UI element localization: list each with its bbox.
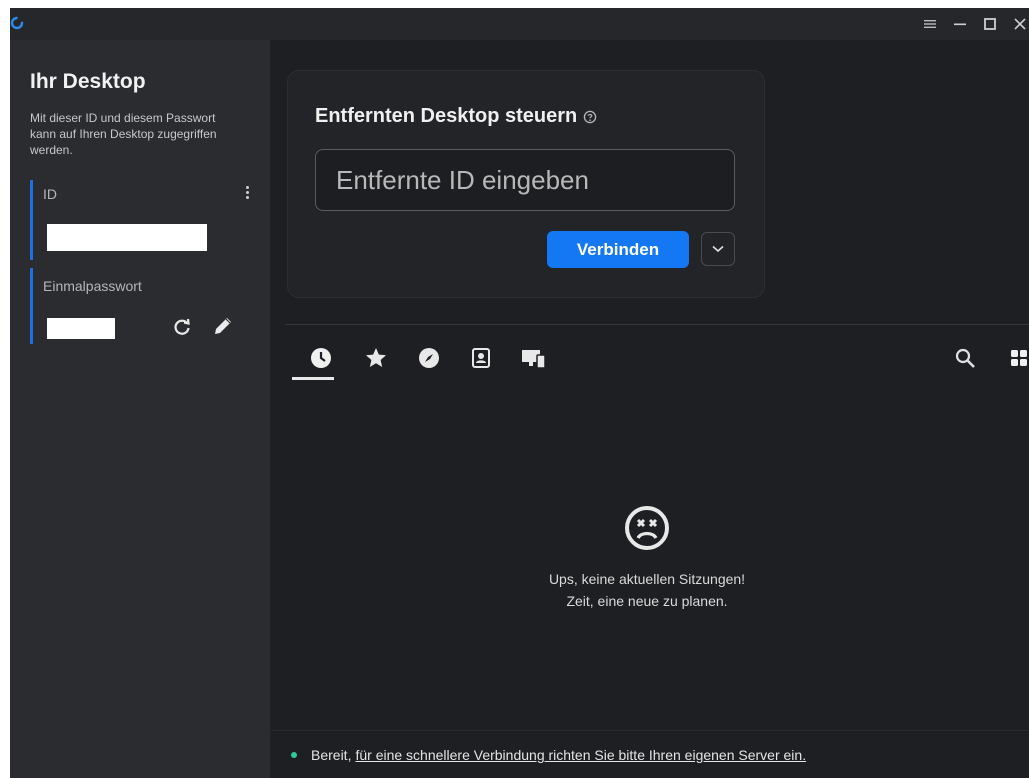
tab-discovered[interactable] (409, 338, 449, 378)
app-logo-icon (10, 16, 24, 30)
empty-state-line-1: Ups, keine aktuellen Sitzungen! (548, 571, 746, 587)
connect-card: Entfernten Desktop steuern Verbinden (287, 70, 765, 298)
chevron-down-icon (712, 245, 724, 253)
password-value (47, 318, 115, 339)
search-icon (955, 348, 975, 368)
id-field-block: ID (30, 180, 258, 260)
maximize-icon (984, 18, 996, 30)
search-button[interactable] (945, 338, 985, 378)
edit-password-button[interactable] (209, 312, 237, 340)
status-prefix: Bereit, (311, 747, 352, 763)
status-dot-icon (291, 752, 297, 758)
close-icon (1014, 18, 1026, 30)
minimize-button[interactable] (945, 8, 975, 40)
compass-icon (419, 348, 439, 368)
contact-icon (472, 348, 490, 368)
remote-id-input[interactable] (315, 149, 735, 211)
password-label: Einmalpasswort (43, 278, 142, 294)
grid-view-icon (1011, 350, 1027, 366)
status-bar: Bereit, für eine schnellere Verbindung r… (271, 730, 1029, 778)
devices-icon (522, 350, 546, 369)
app-window: Ihr Desktop Mit dieser ID und diesem Pas… (10, 8, 1029, 778)
view-mode-button[interactable] (999, 338, 1029, 378)
connect-title-text: Entfernten Desktop steuern (315, 105, 578, 127)
menu-button[interactable] (915, 8, 945, 40)
password-field-block: Einmalpasswort (30, 268, 258, 344)
connect-title: Entfernten Desktop steuern (315, 105, 597, 128)
tab-address-book[interactable] (461, 338, 501, 378)
menu-icon (924, 20, 936, 28)
more-options-icon[interactable] (244, 184, 250, 206)
sidebar-title: Ihr Desktop (30, 70, 146, 93)
empty-state: Ups, keine aktuellen Sitzungen! Zeit, ei… (497, 504, 797, 612)
sidebar: Ihr Desktop Mit dieser ID und diesem Pas… (10, 40, 271, 778)
pencil-icon (215, 318, 231, 334)
empty-state-line-2: Zeit, eine neue zu planen. (566, 593, 728, 609)
close-button[interactable] (1005, 8, 1029, 40)
main-panel: Entfernten Desktop steuern Verbinden (271, 40, 1029, 778)
maximize-button[interactable] (975, 8, 1005, 40)
id-value (47, 224, 207, 251)
title-bar (10, 8, 1029, 41)
tab-favorites[interactable] (356, 338, 396, 378)
connect-button[interactable]: Verbinden (547, 231, 689, 268)
clock-icon (311, 348, 331, 368)
section-divider (285, 324, 1029, 325)
sidebar-description: Mit dieser ID und diesem Passwort kann a… (30, 111, 217, 157)
minimize-icon (954, 23, 966, 26)
star-icon (366, 348, 386, 367)
connect-options-button[interactable] (701, 232, 735, 266)
setup-server-link[interactable]: für eine schnellere Verbindung richten S… (355, 747, 806, 763)
active-tab-indicator (292, 377, 334, 380)
help-icon[interactable] (583, 110, 597, 124)
sad-face-icon (625, 506, 669, 550)
tab-recent-sessions[interactable] (301, 338, 341, 378)
tab-devices[interactable] (514, 338, 554, 378)
id-label: ID (43, 186, 57, 202)
refresh-password-button[interactable] (169, 314, 195, 340)
refresh-icon (174, 318, 190, 335)
